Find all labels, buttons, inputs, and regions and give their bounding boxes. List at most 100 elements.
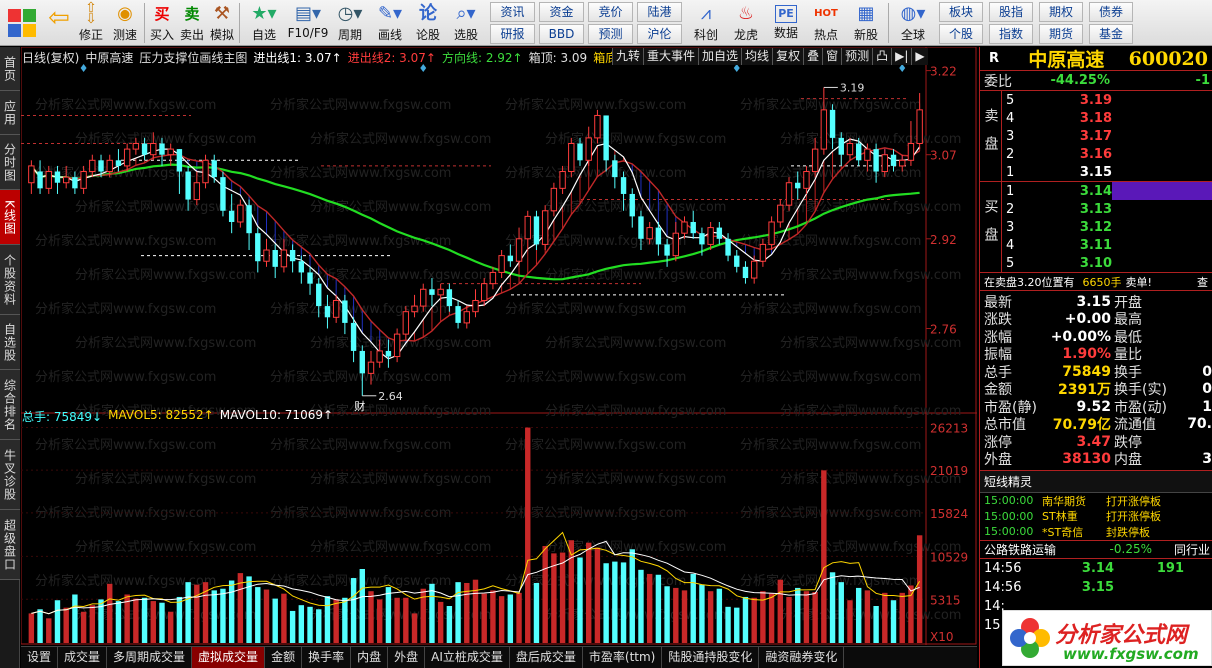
indicator-tab[interactable]: 金额 (265, 647, 303, 668)
toolbar-button-buy[interactable]: 买 买入 (147, 0, 177, 46)
volume-bar (263, 589, 270, 643)
indicator-tab[interactable]: 盘后成交量 (510, 647, 583, 668)
toolbar-button-select-stock[interactable]: ⌕▾ 选股 (446, 0, 486, 46)
buys-level-row[interactable]: 3 3.12 (1002, 218, 1212, 236)
toolbar-button-ipo[interactable]: ▦ 新股 (846, 0, 886, 46)
toolbar-button-star-market[interactable]: ⩘ 科创 (686, 0, 726, 46)
nav-watchlist[interactable]: 自选股 (0, 315, 20, 370)
nav-timeshare[interactable]: 分时图 (0, 135, 20, 190)
toolbar-button-draw[interactable]: ✎▾ 画线 (370, 0, 410, 46)
buys-level-row[interactable]: 5 3.10 (1002, 254, 1212, 272)
kline-chart[interactable]: 分析家公式网www.fxgsw.com 分析家公式网www.fxgsw.com 分析… (21, 47, 977, 645)
chart-tool-3[interactable]: 均线 (741, 48, 773, 65)
toolbar-button-data[interactable]: PE 数据 (766, 0, 806, 46)
nav-kline[interactable]: K线图 (0, 190, 20, 245)
quick-london-button[interactable]: 沪伦 (637, 24, 682, 44)
event-diamond-icon[interactable] (420, 64, 427, 72)
quick-hk-button[interactable]: 陆港 (637, 2, 682, 22)
chart-tool-6[interactable]: 窗 (822, 48, 842, 65)
toolbar-button-watchlist[interactable]: ★▾ 自选 (242, 0, 286, 46)
indicator-tab[interactable]: 成交量 (58, 647, 108, 668)
volume-bar (855, 587, 862, 643)
toolbar-button-period[interactable]: ◷▾ 周期 (330, 0, 370, 46)
nav-ranking[interactable]: 综合排名 (0, 370, 20, 440)
sector-row[interactable]: 公路铁路运输 -0.25% 同行业 (980, 541, 1212, 559)
toolbar-button-forum[interactable]: 论 论股 (410, 0, 446, 46)
quick-forecast-button[interactable]: 预测 (588, 24, 633, 44)
chart-tool-5[interactable]: 叠 (803, 48, 823, 65)
stat-row: 金额 2391万 换手(实) 0 (984, 381, 1212, 398)
toolbar-button-sell[interactable]: 卖 卖出 (177, 0, 207, 46)
level-number: 2 (1006, 146, 1015, 162)
market-indices-button[interactable]: 指数 (989, 24, 1033, 44)
indicator-tab[interactable]: 换手率 (302, 647, 352, 668)
market-futures-button[interactable]: 期货 (1039, 24, 1083, 44)
quick-auction-button[interactable]: 竞价 (588, 2, 633, 22)
sells-level-row[interactable]: 5 3.19 (1002, 91, 1212, 109)
quick-bbd-button[interactable]: BBD (539, 24, 584, 44)
indicator-tab[interactable]: 外盘 (388, 647, 426, 668)
indicator-tab[interactable]: 融资融券变化 (759, 647, 845, 668)
volume-bar (908, 585, 914, 643)
quick-fund-button[interactable]: 资金 (539, 2, 584, 22)
market-option-button[interactable]: 期权 (1039, 2, 1083, 22)
indicator-tab[interactable]: 虚拟成交量 (192, 647, 266, 668)
toolbar-button-global[interactable]: ◍▾ 全球 (891, 0, 935, 46)
short-line-item[interactable]: 15:00:00 南华期货 打开涨停板 (980, 493, 1212, 509)
market-sector-button[interactable]: 板块 (939, 2, 983, 22)
chart-tool-7[interactable]: 预测 (841, 48, 873, 65)
sells-level-row[interactable]: 3 3.17 (1002, 127, 1212, 145)
market-fund-button[interactable]: 基金 (1089, 24, 1133, 44)
market-bond-button[interactable]: 债券 (1089, 2, 1133, 22)
toolbar-button-hot[interactable]: HOT 热点 (806, 0, 846, 46)
period-label[interactable]: 日线(复权) (22, 49, 79, 65)
toolbar-button-revise[interactable]: ⇧ ⇩ 修正 (74, 0, 108, 46)
sells-level-row[interactable]: 2 3.16 (1002, 145, 1212, 163)
chart-tool-10[interactable]: ▶ (911, 48, 928, 65)
indicator-tab[interactable]: AI立桩成交量 (425, 647, 510, 668)
buys-level-row[interactable]: 2 3.13 (1002, 200, 1212, 218)
nav-diagnose[interactable]: 牛叉诊股 (0, 440, 20, 510)
short-line-item[interactable]: 15:00:00 *ST奇信 封跌停板 (980, 524, 1212, 540)
toolbar-button-f10[interactable]: ▤▾ F10/F9 (286, 0, 330, 46)
nav-apps[interactable]: 应用 (0, 91, 20, 135)
nav-super-quote[interactable]: 超级盘口 (0, 510, 20, 580)
quick-report-button[interactable]: 研报 (490, 24, 535, 44)
indicator-tab[interactable]: 多周期成交量 (107, 647, 193, 668)
market-stock-button[interactable]: 个股 (939, 24, 983, 44)
event-diamond-icon[interactable] (899, 64, 906, 72)
chart-tool-4[interactable]: 复权 (772, 48, 804, 65)
app-logo[interactable] (0, 0, 44, 46)
market-index-button[interactable]: 股指 (989, 2, 1033, 22)
buys-level-row[interactable]: 4 3.11 (1002, 236, 1212, 254)
chart-tool-1[interactable]: 重大事件 (643, 48, 699, 65)
toolbar-button-simulate[interactable]: ⚒ 模拟 (207, 0, 237, 46)
indicator-tab[interactable]: 市盈率(ttm) (583, 647, 663, 668)
quick-info-button[interactable]: 资讯 (490, 2, 535, 22)
event-diamond-icon[interactable] (733, 64, 740, 72)
nav-home[interactable]: 首页 (0, 47, 20, 91)
indicator-tab[interactable]: 内盘 (351, 647, 389, 668)
toolbar-button-speed[interactable]: ◉ 测速 (108, 0, 142, 46)
chart-tool-0[interactable]: 九转 (612, 48, 644, 65)
buys-level-row[interactable]: 1 3.14 (1002, 182, 1212, 200)
stat-value: 75849 (1062, 363, 1111, 380)
formula-name-label[interactable]: 压力支撑位画线主图 (139, 49, 247, 65)
nav-stock-profile[interactable]: 个股资料 (0, 245, 20, 315)
toolbar-button-dragon[interactable]: ♨ 龙虎 (726, 0, 766, 46)
big-order-alert[interactable]: 在卖盘3.20位置有 6650手 卖单! 查 (980, 273, 1212, 291)
sells-level-row[interactable]: 4 3.18 (1002, 109, 1212, 127)
back-button[interactable]: ⇦ (44, 0, 74, 46)
indicator-tab[interactable]: 设置 (21, 647, 59, 668)
chart-tool-8[interactable]: 凸 (872, 48, 892, 65)
indicator-tab[interactable]: 陆股通持股变化 (662, 647, 760, 668)
sells-level-row[interactable]: 1 3.15 (1002, 163, 1212, 181)
short-line-item[interactable]: 15:00:00 ST林重 打开涨停板 (980, 509, 1212, 525)
chart-tool-9[interactable]: ▶| (891, 48, 912, 65)
stat-row: 总市值 70.79亿 流通值 70. (984, 416, 1212, 433)
chart-tool-2[interactable]: 加自选 (698, 48, 742, 65)
short-stock: *ST奇信 (1042, 525, 1084, 539)
volume-total: 总手: 75849↓ (22, 410, 103, 424)
event-diamond-icon[interactable] (80, 64, 87, 72)
candle-body (123, 148, 131, 167)
